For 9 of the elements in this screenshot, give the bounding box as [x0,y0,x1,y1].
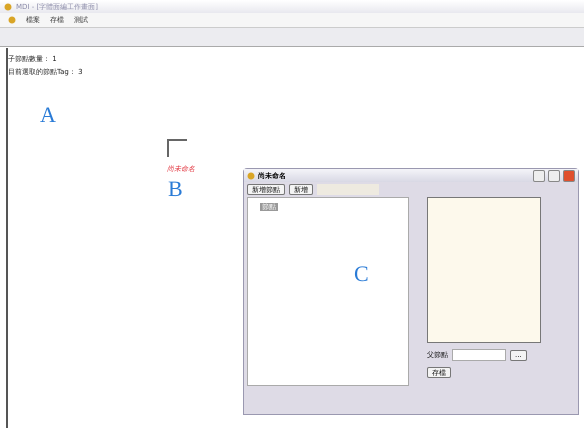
annotation-letter: A [40,102,56,128]
close-button[interactable] [563,170,575,182]
maximize-button[interactable] [548,170,560,182]
annotation-letter: B [168,176,183,202]
annotation-letter: C [354,261,369,287]
corner-mark [167,139,187,157]
minimize-button[interactable] [533,170,545,182]
app-icon [247,172,255,180]
input-field[interactable] [452,349,506,361]
